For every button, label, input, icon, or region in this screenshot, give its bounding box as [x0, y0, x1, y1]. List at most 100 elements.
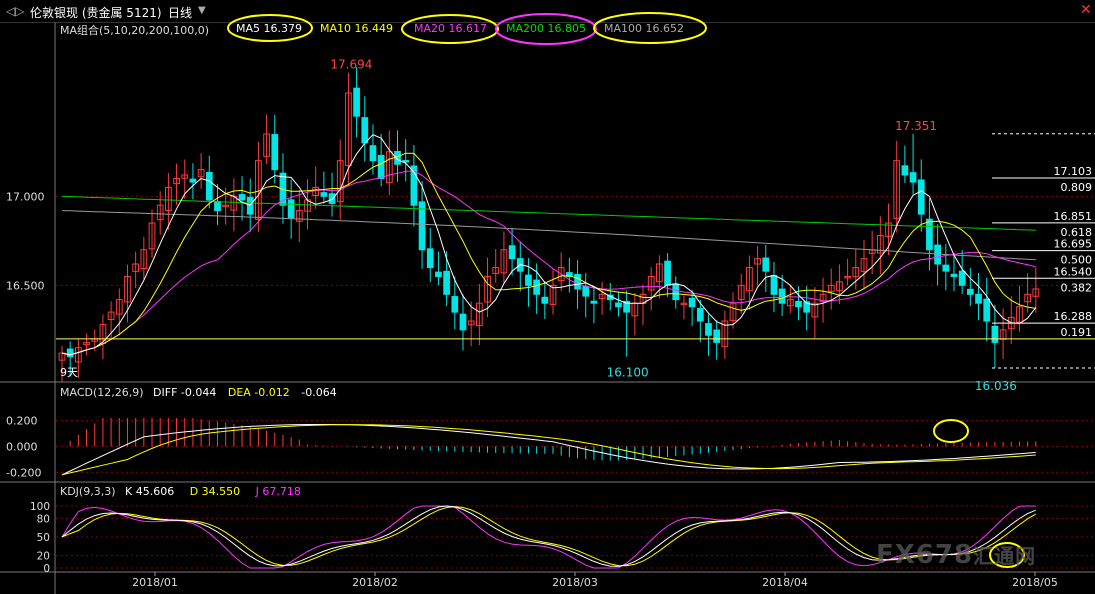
candle-down — [778, 288, 786, 304]
candle-down — [426, 248, 434, 269]
candle-down — [459, 313, 467, 331]
candle-down — [664, 260, 671, 286]
candle-up — [1016, 306, 1023, 323]
candle-up — [181, 174, 189, 179]
candle-up — [156, 204, 164, 221]
candle-up — [819, 293, 827, 303]
ma100-line — [61, 210, 1036, 261]
instrument-title: 伦敦银现 (贵金属 5121) — [30, 6, 162, 20]
candle-up — [557, 267, 565, 282]
ma20-value: MA20 16.617 — [414, 22, 487, 35]
chevron-left-right-icon[interactable]: ◁▷ — [6, 4, 24, 18]
candle-down — [279, 172, 287, 206]
candle-down — [713, 329, 721, 343]
candle-up — [132, 263, 140, 272]
close-icon[interactable]: ✕ — [1080, 2, 1092, 18]
ma-title: MA组合(5,10,20,200,100,0) — [60, 24, 210, 37]
macd-title: MACD(12,26,9) — [60, 386, 144, 399]
candle-up — [656, 263, 663, 283]
candle-down — [917, 179, 925, 215]
candle-up — [75, 347, 82, 363]
header-bar: ◁▷ 伦敦银现 (贵金属 5121) 日线 ▼ ✕ — [0, 0, 1095, 23]
candle-up — [492, 267, 500, 274]
candle-down — [582, 286, 590, 297]
macd-legend: MACD(12,26,9) DIFF -0.044 DEA -0.012 -0.… — [60, 386, 337, 399]
candle-up — [58, 352, 66, 361]
ma100-value: MA100 16.652 — [604, 22, 684, 35]
grid-lines — [0, 22, 1095, 594]
fib-ratio-label: 0.191 — [1061, 326, 1093, 339]
kdj-tick-label: 100 — [30, 501, 50, 513]
k-value: K 45.606 — [125, 485, 175, 498]
candle-down — [950, 273, 958, 277]
kdj-title: KDJ(9,3,3) — [60, 485, 116, 498]
candle-down — [271, 134, 279, 171]
candle-down — [238, 194, 246, 201]
candle-up — [844, 275, 851, 279]
chart-canvas[interactable]: 17.694 17.351 16.100 16.036 9天 17.103 0.809 16.… — [0, 0, 1095, 594]
macd-panel — [61, 418, 1037, 476]
candle-down — [402, 159, 410, 163]
candle-up — [852, 267, 860, 278]
ma5-value: MA5 16.379 — [236, 22, 302, 35]
candle-up — [786, 299, 794, 307]
candle-down — [451, 296, 459, 313]
candle-down — [533, 279, 540, 295]
candle-down — [958, 270, 966, 286]
d-value: D 34.550 — [189, 485, 241, 498]
kdj-tick-label: 0 — [43, 563, 50, 575]
period-selector[interactable]: 日线 — [168, 4, 192, 21]
price-panel: 17.694 17.351 16.100 16.036 9天 17.103 0.809 16.… — [56, 58, 1095, 393]
candle-up — [836, 281, 843, 292]
candle-down — [525, 274, 532, 286]
candle-up — [230, 195, 238, 211]
candle-up — [500, 249, 508, 274]
dea-line — [61, 424, 1036, 476]
candle-up — [746, 267, 753, 292]
candle-down — [795, 300, 802, 308]
candle-down — [574, 273, 581, 290]
price-tick-label: 16.500 — [6, 279, 45, 292]
candle-down — [205, 171, 213, 201]
candle-up — [91, 338, 99, 342]
candle-up — [1032, 288, 1040, 297]
candle-down — [541, 296, 549, 304]
candle-up — [721, 320, 729, 348]
candle-up — [99, 324, 107, 344]
candle-up — [345, 92, 352, 167]
candle-down — [189, 178, 197, 183]
candle-down — [606, 294, 614, 301]
candle-up — [140, 249, 148, 270]
candle-up — [680, 302, 688, 306]
candle-up — [827, 284, 835, 292]
chevron-down-icon[interactable]: ▼ — [198, 5, 206, 16]
candle-up — [631, 302, 639, 317]
fib-ratio-label: 0.809 — [1061, 181, 1093, 194]
candle-down — [516, 258, 524, 272]
ma10-value: MA10 16.449 — [320, 22, 393, 35]
candle-down — [361, 117, 369, 144]
candle-up — [222, 204, 230, 208]
candle-up — [893, 160, 901, 219]
candle-up — [737, 284, 745, 301]
candle-down — [696, 307, 704, 322]
candle-down — [901, 165, 909, 176]
candle-up — [197, 169, 205, 178]
x-tick-label: 2018/03 — [552, 576, 598, 589]
candle-up — [876, 235, 884, 254]
diff-value: DIFF -0.044 — [153, 386, 217, 399]
candle-up — [124, 275, 131, 303]
ma200-line — [61, 195, 1036, 231]
kdj-legend: KDJ(9,3,3) K 45.606 D 34.550 J 67.718 — [60, 485, 301, 498]
candle-up — [304, 199, 311, 212]
candle-up — [385, 151, 393, 184]
x-tick-label: 2018/05 — [1012, 576, 1058, 589]
high-label-2: 17.351 — [895, 119, 937, 133]
macd-tick-label: -0.200 — [6, 466, 41, 479]
ma10-line — [61, 152, 1036, 356]
candle-up — [475, 302, 483, 327]
candle-up — [598, 293, 606, 300]
ma20-line — [61, 170, 1036, 356]
candle-up — [549, 284, 557, 305]
days-label: 9天 — [60, 366, 78, 379]
